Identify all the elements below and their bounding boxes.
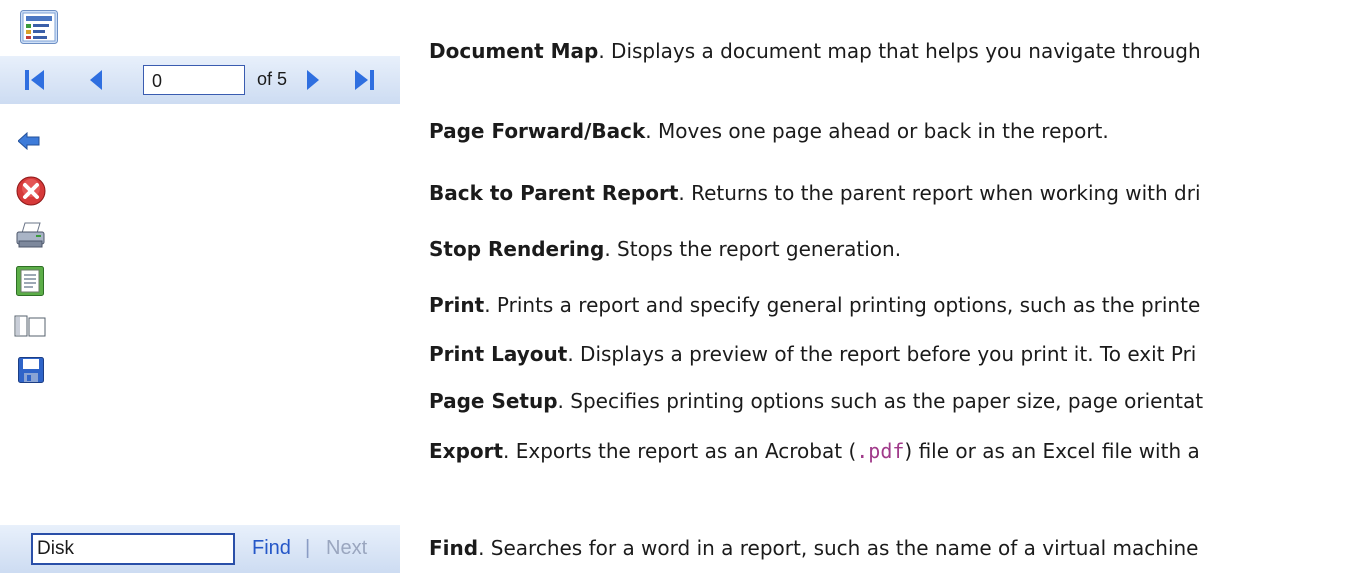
term: Back to Parent Report (429, 181, 679, 205)
find-toolbar: Disk Find | Next (0, 525, 400, 573)
term: Print Layout (429, 342, 568, 366)
term: Stop Rendering (429, 237, 605, 261)
find-next-link[interactable]: Next (326, 537, 367, 560)
print-layout-icon[interactable] (16, 266, 44, 300)
term: Page Forward/Back (429, 119, 646, 143)
previous-page-icon[interactable] (88, 68, 104, 96)
stop-rendering-icon[interactable] (16, 176, 46, 210)
find-separator: | (305, 537, 311, 559)
find-link[interactable]: Find (252, 537, 291, 560)
first-page-icon[interactable] (24, 68, 46, 96)
description-page-setup: Page Setup. Specifies printing options s… (429, 388, 1370, 414)
toolbar-illustration-column: 0 of 5 Disk Find | Next (0, 0, 400, 584)
description-back-to-parent: Back to Parent Report. Returns to the pa… (429, 180, 1370, 206)
term: Export (429, 439, 504, 463)
pdf-extension: .pdf (856, 439, 905, 463)
description-column: Document Map. Displays a document map th… (429, 0, 1370, 584)
description-print: Print. Prints a report and specify gener… (429, 292, 1370, 318)
back-to-parent-icon[interactable] (17, 131, 40, 154)
definition: . Stops the report generation. (604, 237, 902, 261)
term: Document Map (429, 39, 599, 63)
document-map-icon[interactable] (20, 10, 58, 44)
page-navigation-toolbar: 0 of 5 (0, 56, 400, 104)
page-count-label: of 5 (257, 69, 288, 89)
definition: . Returns to the parent report when work… (678, 181, 1201, 205)
description-print-layout: Print Layout. Displays a preview of the … (429, 341, 1370, 367)
description-export: Export. Exports the report as an Acrobat… (429, 438, 1370, 464)
last-page-icon[interactable] (353, 68, 375, 96)
print-icon[interactable] (16, 222, 46, 252)
definition: . Prints a report and specify general pr… (484, 293, 1201, 317)
term: Page Setup (429, 389, 558, 413)
export-save-icon[interactable] (18, 357, 44, 387)
description-document-map: Document Map. Displays a document map th… (429, 38, 1370, 64)
description-stop-rendering: Stop Rendering. Stops the report generat… (429, 236, 1370, 262)
description-page-forward-back: Page Forward/Back. Moves one page ahead … (429, 118, 1370, 144)
definition-after: ) file or as an Excel file with a (904, 439, 1200, 463)
page-setup-icon[interactable] (14, 315, 46, 341)
definition: . Searches for a word in a report, such … (478, 536, 1199, 560)
description-find: Find. Searches for a word in a report, s… (429, 535, 1370, 561)
definition: . Displays a document map that helps you… (598, 39, 1201, 63)
find-input[interactable]: Disk (31, 533, 235, 565)
definition-before: . Exports the report as an Acrobat ( (503, 439, 857, 463)
definition: . Specifies printing options such as the… (557, 389, 1204, 413)
next-page-icon[interactable] (305, 68, 321, 96)
term: Find (429, 536, 479, 560)
definition: . Moves one page ahead or back in the re… (645, 119, 1109, 143)
current-page-input[interactable]: 0 (143, 65, 245, 95)
term: Print (429, 293, 485, 317)
definition: . Displays a preview of the report befor… (567, 342, 1197, 366)
